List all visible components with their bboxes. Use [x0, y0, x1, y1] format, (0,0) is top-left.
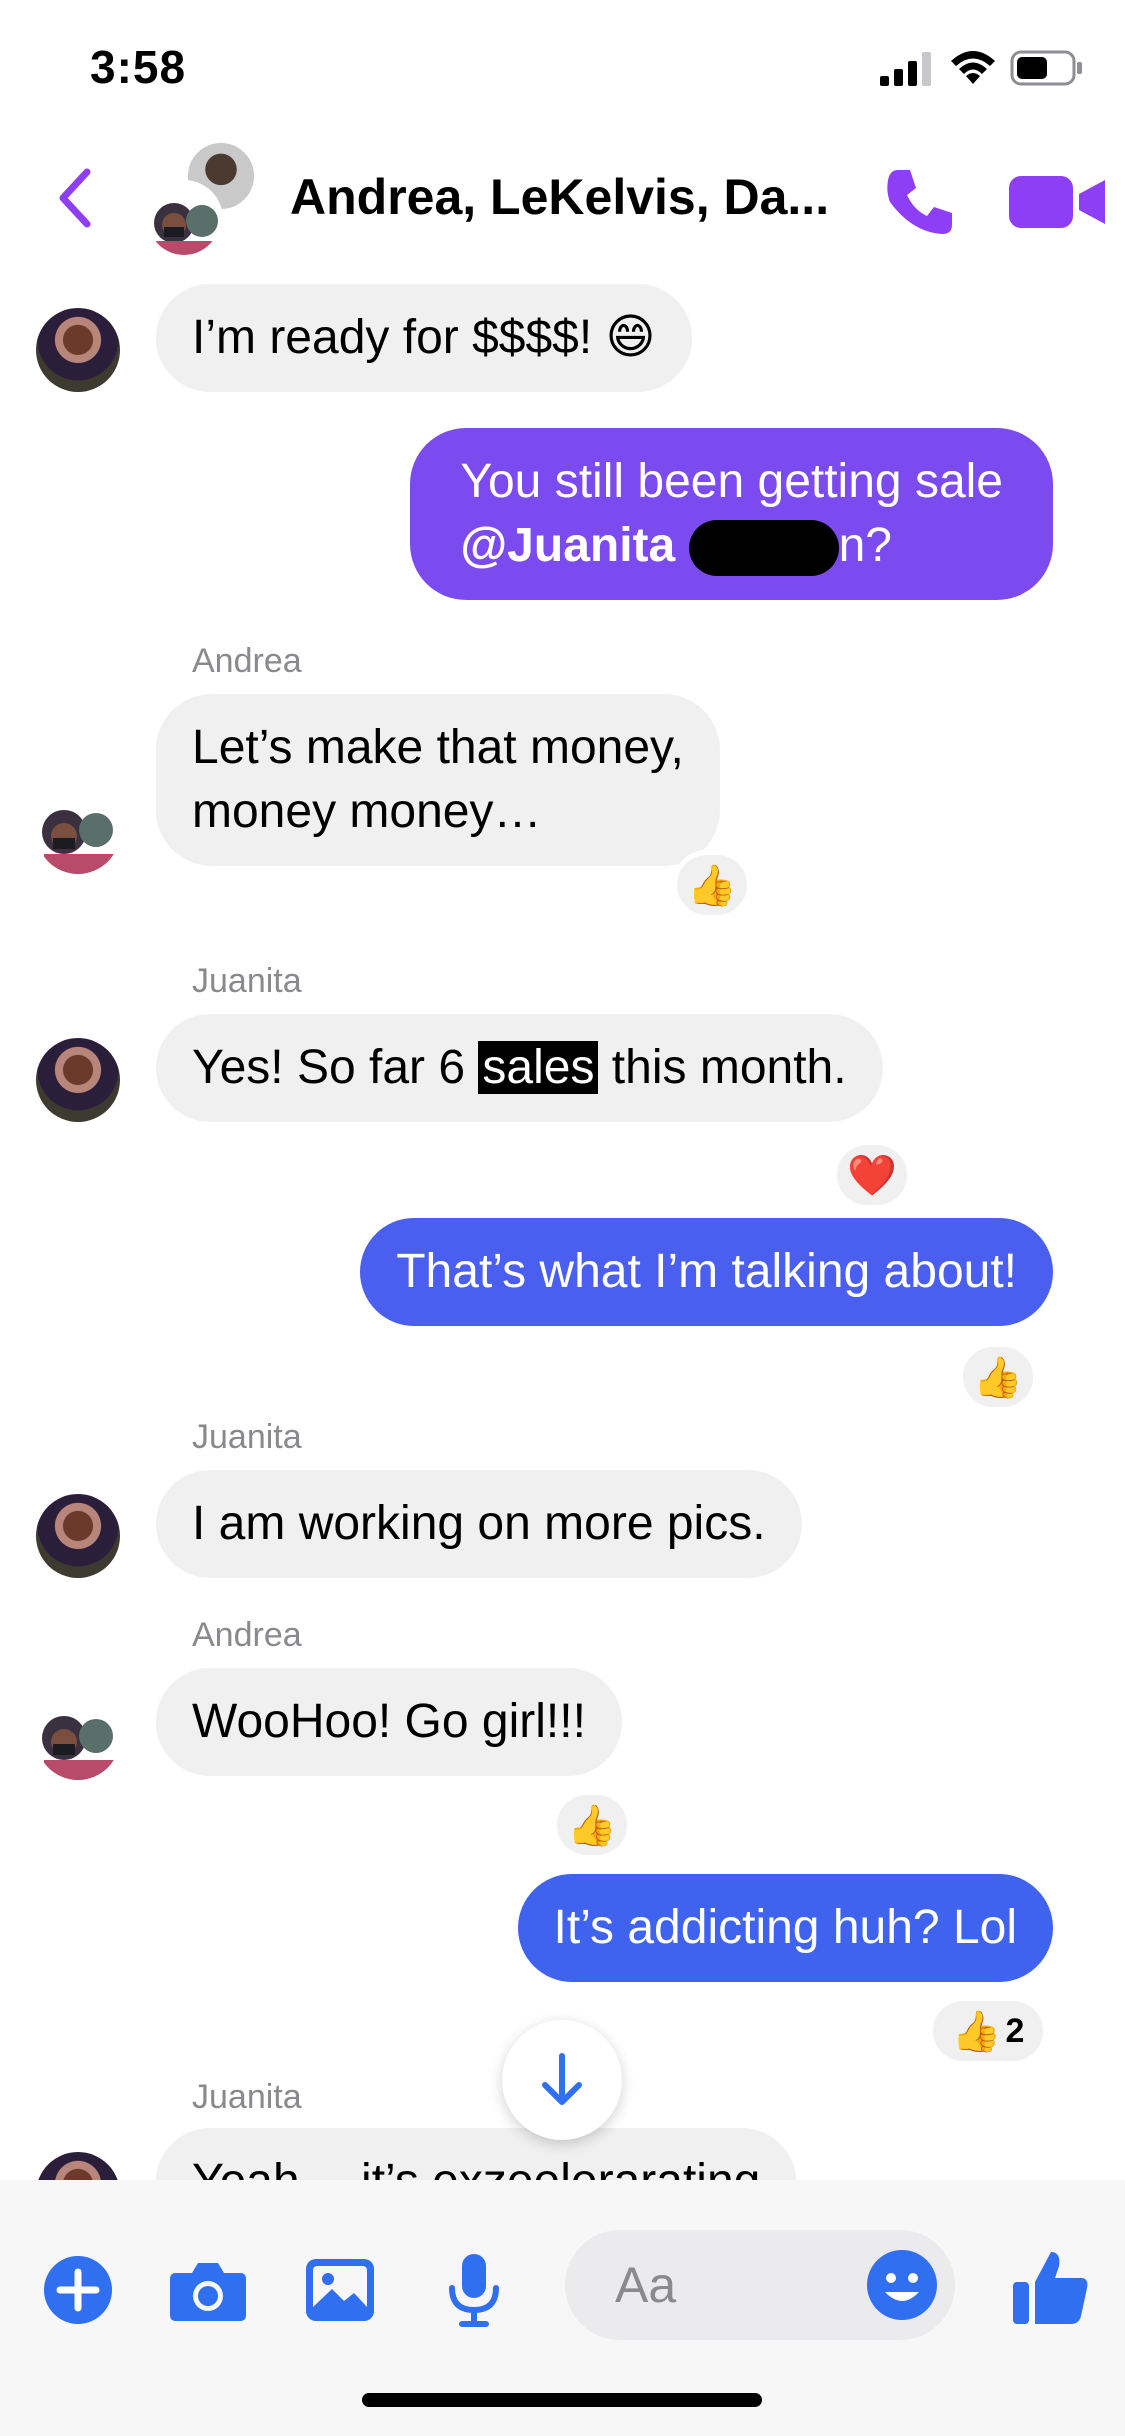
avatar[interactable] — [36, 1038, 120, 1122]
reaction-count: 2 — [1005, 2011, 1025, 2050]
sender-name: Juanita — [192, 962, 302, 1000]
voice-call-button[interactable] — [880, 162, 960, 242]
reaction-badge[interactable]: 👍 2 — [928, 1996, 1048, 2066]
highlighted-text: sales — [478, 1041, 599, 1094]
like-icon — [1013, 2252, 1088, 2324]
mention[interactable]: @Juanita — [460, 519, 675, 572]
message-bubble[interactable]: Yeah… it’s exzeelerarating — [156, 2128, 797, 2180]
conversation-header: Andrea, LeKelvis, Da... — [0, 140, 1125, 260]
reaction-badge[interactable]: 👍 — [958, 1342, 1038, 1412]
message-text: this month. — [598, 1041, 847, 1094]
signal-icon — [880, 52, 931, 86]
emoji-button[interactable] — [865, 2248, 939, 2322]
message-bubble[interactable]: WooHoo! Go girl!!! — [156, 1668, 622, 1776]
gallery-icon — [306, 2259, 374, 2321]
camera-icon — [170, 2263, 246, 2321]
sender-name: Andrea — [192, 642, 302, 680]
sender-name: Andrea — [192, 1616, 302, 1654]
message-text: It’s addicting huh? Lol — [553, 1901, 1017, 1954]
message-list[interactable]: I’m ready for $$$$! 😄 You still been get… — [0, 260, 1125, 2180]
group-avatar[interactable] — [145, 140, 260, 258]
avatar[interactable] — [36, 2152, 120, 2180]
sender-name: Juanita — [192, 2078, 302, 2116]
message-text: Yes! So far 6 — [192, 1041, 479, 1094]
message-bubble[interactable]: It’s addicting huh? Lol — [517, 1874, 1053, 1982]
heart-icon: ❤️ — [847, 1153, 897, 1198]
message-bubble[interactable]: I’m ready for $$$$! 😄 — [156, 284, 692, 392]
sender-name: Juanita — [192, 1418, 302, 1456]
battery-icon — [1010, 50, 1082, 86]
thumbs-up-icon: 👍 — [951, 2009, 1002, 2054]
message-text: That’s what I’m talking about! — [396, 1245, 1017, 1298]
phone-icon — [887, 170, 952, 234]
message-text: Yeah… it’s exzeelerarating — [192, 2155, 760, 2180]
avatar[interactable] — [36, 790, 120, 874]
message-text: I am working on more pics. — [192, 1497, 766, 1550]
message-bubble[interactable]: You still been getting sale @Juanita n? — [410, 428, 1053, 600]
message-text: I’m ready for $$$$! 😄 — [192, 311, 656, 364]
back-icon — [59, 168, 91, 228]
voice-message-button[interactable] — [434, 2250, 514, 2330]
message-text: n? — [838, 519, 892, 572]
wifi-icon — [951, 51, 995, 84]
reaction-badge[interactable]: ❤️ — [832, 1140, 912, 1210]
status-bar: 3:58 — [0, 0, 1125, 140]
message-text: WooHoo! Go girl!!! — [192, 1695, 586, 1748]
emoji-icon — [867, 2250, 937, 2320]
message-text: You still been getting sale — [460, 455, 1003, 508]
thumbs-up-icon: 👍 — [687, 863, 737, 908]
message-bubble[interactable]: I am working on more pics. — [156, 1470, 802, 1578]
reaction-badge[interactable]: 👍 — [552, 1790, 632, 1860]
back-button[interactable] — [50, 158, 100, 238]
thumbs-up-icon: 👍 — [567, 1803, 617, 1848]
status-time: 3:58 — [90, 41, 187, 93]
home-indicator[interactable] — [362, 2393, 762, 2407]
message-bubble[interactable]: Let’s make that money, money money… — [156, 694, 720, 866]
reaction-badge[interactable]: 👍 — [672, 850, 752, 920]
avatar — [145, 180, 223, 258]
conversation-title[interactable]: Andrea, LeKelvis, Da... — [290, 168, 850, 226]
video-call-button[interactable] — [1005, 170, 1125, 234]
gallery-button[interactable] — [300, 2250, 380, 2330]
avatar[interactable] — [36, 308, 120, 392]
avatar[interactable] — [36, 1494, 120, 1578]
message-text: Let’s make that money, — [192, 721, 684, 774]
video-icon — [1009, 176, 1105, 228]
like-button[interactable] — [1005, 2242, 1095, 2332]
redaction-mark — [688, 520, 839, 577]
thumbs-up-icon: 👍 — [973, 1355, 1023, 1400]
message-bubble[interactable]: Yes! So far 6 sales this month. — [156, 1014, 883, 1122]
plus-icon — [44, 2256, 112, 2324]
avatar[interactable] — [36, 1696, 120, 1780]
message-bubble[interactable]: That’s what I’m talking about! — [360, 1218, 1053, 1326]
microphone-icon — [449, 2254, 499, 2327]
more-actions-button[interactable] — [38, 2250, 118, 2330]
arrow-down-icon — [542, 2053, 582, 2105]
message-text: money money… — [192, 785, 542, 838]
scroll-to-bottom-button[interactable] — [502, 2020, 622, 2140]
camera-button[interactable] — [168, 2250, 248, 2330]
